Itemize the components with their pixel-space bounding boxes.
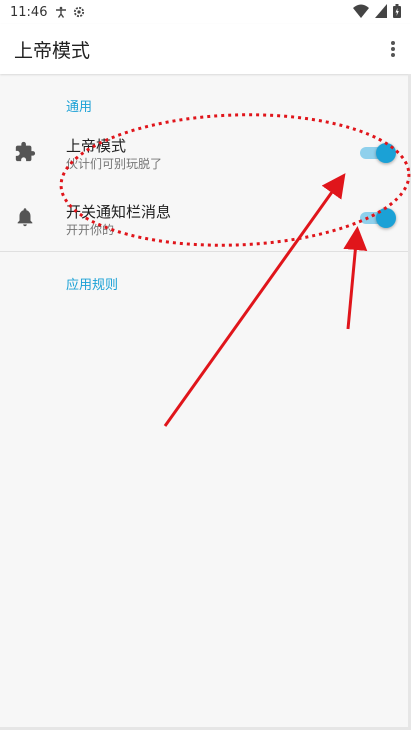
- wifi-icon: [353, 4, 369, 18]
- more-options-button[interactable]: [387, 38, 399, 60]
- page-title: 上帝模式: [14, 39, 91, 62]
- god-mode-switch[interactable]: [358, 142, 396, 163]
- status-right-icons: [353, 4, 401, 18]
- settings-icon: [74, 6, 85, 18]
- switch-thumb: [376, 143, 396, 163]
- accessibility-icon: [56, 6, 67, 18]
- status-time: 11:46: [10, 4, 48, 20]
- pref-summary: 开开你的: [66, 223, 115, 237]
- pref-god-mode[interactable]: 上帝模式 伙计们可别玩脱了: [0, 122, 411, 184]
- pref-title: 开关通知栏消息: [66, 203, 172, 221]
- app-bar: 上帝模式: [0, 24, 411, 74]
- extension-icon: [15, 141, 36, 162]
- status-bar: 11:46: [0, 0, 411, 24]
- section-divider: [0, 251, 411, 252]
- notification-switch[interactable]: [358, 207, 396, 228]
- category-app-rules[interactable]: 应用规则: [66, 274, 118, 293]
- switch-thumb: [376, 208, 396, 228]
- pref-summary: 伙计们可别玩脱了: [66, 157, 163, 171]
- pref-notification-toggle[interactable]: 开关通知栏消息 开开你的: [0, 188, 411, 250]
- signal-icon: [375, 4, 387, 18]
- more-vert-icon: [391, 41, 395, 45]
- bell-icon: [17, 208, 33, 227]
- battery-icon: [393, 4, 401, 18]
- pref-title: 上帝模式: [66, 137, 127, 155]
- annotation-overlay: [59, 113, 411, 427]
- category-general: 通用: [66, 100, 93, 115]
